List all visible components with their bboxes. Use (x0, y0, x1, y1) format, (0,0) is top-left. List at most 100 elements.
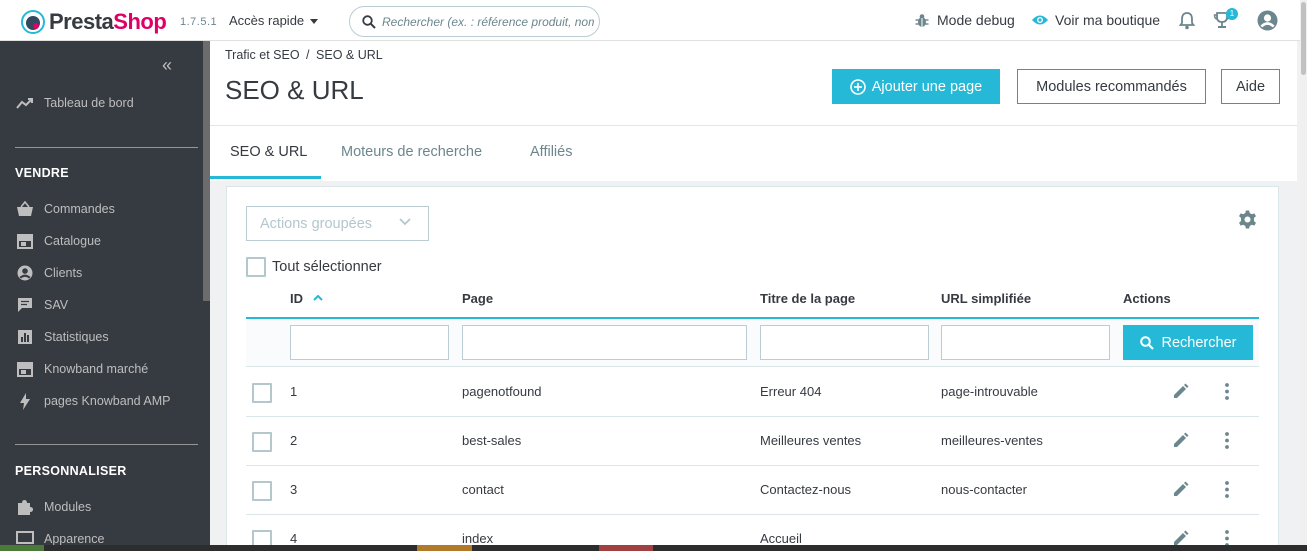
tab-seo-url[interactable]: SEO & URL (230, 144, 307, 160)
vertical-dots-icon[interactable] (1225, 481, 1229, 498)
user-circle-icon (15, 265, 35, 281)
breadcrumb-item[interactable]: Trafic et SEO (225, 48, 300, 62)
select-all-label: Tout sélectionner (272, 259, 382, 275)
bottom-strip (0, 545, 1307, 551)
sidebar-item-label: Clients (44, 266, 83, 280)
chevron-down-icon (399, 218, 411, 226)
chat-icon (15, 297, 35, 313)
lightning-icon (15, 392, 35, 410)
version-label: 1.7.5.1 (180, 16, 218, 28)
cell-title: Meilleures ventes (760, 433, 862, 448)
view-shop-label: Voir ma boutique (1055, 12, 1161, 28)
strip-segment (0, 545, 44, 551)
filter-title-input[interactable] (760, 325, 929, 360)
bulk-actions-dropdown[interactable]: Actions groupées (246, 206, 429, 241)
cell-url: page-introuvable (941, 384, 1038, 399)
sort-ascending-icon[interactable] (313, 295, 323, 301)
bar-chart-icon (15, 329, 35, 345)
sidebar-section-personnaliser: PERSONNALISER (15, 464, 127, 478)
main-scrollbar[interactable] (1300, 0, 1307, 545)
select-all-checkbox[interactable] (246, 257, 266, 277)
recommended-modules-button[interactable]: Modules recommandés (1017, 69, 1206, 104)
select-all[interactable]: Tout sélectionner (246, 257, 382, 277)
store-icon (15, 233, 35, 249)
sidebar-scrollbar[interactable] (203, 41, 210, 301)
add-page-button[interactable]: Ajouter une page (832, 69, 1000, 104)
cell-id: 3 (290, 482, 298, 497)
sidebar-item-customers[interactable]: Clients (15, 265, 82, 281)
bug-icon (915, 13, 929, 27)
seo-url-panel: Actions groupées Tout sélectionner ID Pa… (226, 186, 1279, 551)
cell-page: best-sales (462, 433, 522, 448)
column-header-title[interactable]: Titre de la page (760, 291, 855, 306)
sidebar-item-label: Modules (44, 500, 92, 514)
add-page-label: Ajouter une page (871, 78, 983, 95)
column-header-actions: Actions (1123, 291, 1171, 306)
search-icon (1139, 335, 1154, 350)
filter-page-input[interactable] (462, 325, 747, 360)
sidebar-item-dashboard[interactable]: Tableau de bord (15, 95, 134, 111)
view-shop-link[interactable]: Voir ma boutique (1031, 12, 1160, 28)
logo-text: PrestaShop (49, 9, 167, 34)
header-divider (210, 125, 1297, 126)
help-button[interactable]: Aide (1221, 69, 1280, 104)
sidebar-item-stats[interactable]: Statistiques (15, 329, 109, 345)
cell-page: pagenotfound (462, 384, 542, 399)
search-input[interactable] (382, 13, 594, 31)
column-header-id[interactable]: ID (290, 291, 323, 306)
sidebar-divider (15, 444, 198, 445)
tab-affiliates[interactable]: Affiliés (530, 144, 572, 160)
filter-url-input[interactable] (941, 325, 1110, 360)
column-header-page[interactable]: Page (462, 291, 493, 306)
vertical-dots-icon[interactable] (1225, 432, 1229, 449)
logo[interactable]: PrestaShop (21, 9, 167, 35)
table-row: 2 best-sales Meilleures ventes meilleure… (246, 417, 1259, 466)
breadcrumb: Trafic et SEO / SEO & URL (225, 48, 383, 62)
strip-segment (417, 545, 472, 551)
cell-id: 2 (290, 433, 298, 448)
debug-mode-link[interactable]: Mode debug (915, 12, 1015, 28)
vertical-dots-icon[interactable] (1225, 383, 1229, 400)
column-header-url[interactable]: URL simplifiée (941, 291, 1031, 306)
quick-access-dropdown[interactable]: Accès rapide (229, 13, 319, 28)
sidebar-item-sav[interactable]: SAV (15, 297, 68, 313)
breadcrumb-item[interactable]: SEO & URL (316, 48, 383, 62)
bell-icon[interactable] (1179, 11, 1195, 30)
cell-page: index (462, 531, 494, 546)
sidebar-section-vendre: VENDRE (15, 166, 69, 180)
sidebar-item-knowband-market[interactable]: Knowband marché (15, 361, 148, 377)
filter-id-input[interactable] (290, 325, 449, 360)
user-circle-icon[interactable] (1257, 10, 1278, 31)
bulk-actions-label: Actions groupées (260, 215, 373, 232)
row-checkbox[interactable] (252, 432, 272, 452)
puzzle-icon (15, 499, 35, 515)
active-tab-indicator (210, 176, 321, 179)
sidebar-item-orders[interactable]: Commandes (15, 201, 115, 217)
search-box[interactable] (349, 6, 600, 37)
sidebar-item-label: pages Knowband AMP (44, 394, 171, 408)
row-checkbox[interactable] (252, 481, 272, 501)
double-chevron-left-icon[interactable]: « (162, 55, 172, 76)
cell-page: contact (462, 482, 504, 497)
sidebar-item-catalog[interactable]: Catalogue (15, 233, 101, 249)
sidebar-item-modules[interactable]: Modules (15, 499, 91, 515)
cell-title: Erreur 404 (760, 384, 822, 399)
scrollbar-thumb[interactable] (1301, 2, 1306, 75)
sidebar: « Tableau de bord VENDRE Commandes Catal… (0, 41, 210, 551)
row-checkbox[interactable] (252, 383, 272, 403)
tab-search-engines[interactable]: Moteurs de recherche (341, 144, 482, 160)
cell-id: 4 (290, 531, 298, 546)
pencil-icon[interactable] (1172, 383, 1189, 400)
pencil-icon[interactable] (1172, 481, 1189, 498)
prestashop-logo-icon (21, 10, 45, 34)
sidebar-item-label: Catalogue (44, 234, 101, 248)
strip-segment (599, 545, 653, 551)
sidebar-item-knowband-amp[interactable]: pages Knowband AMP (15, 392, 171, 410)
sidebar-item-label: Statistiques (44, 330, 109, 344)
search-button[interactable]: Rechercher (1123, 325, 1253, 360)
search-button-label: Rechercher (1161, 334, 1237, 351)
pencil-icon[interactable] (1172, 432, 1189, 449)
search-icon (362, 15, 376, 29)
gear-icon[interactable] (1238, 210, 1257, 229)
store-icon (15, 361, 35, 377)
